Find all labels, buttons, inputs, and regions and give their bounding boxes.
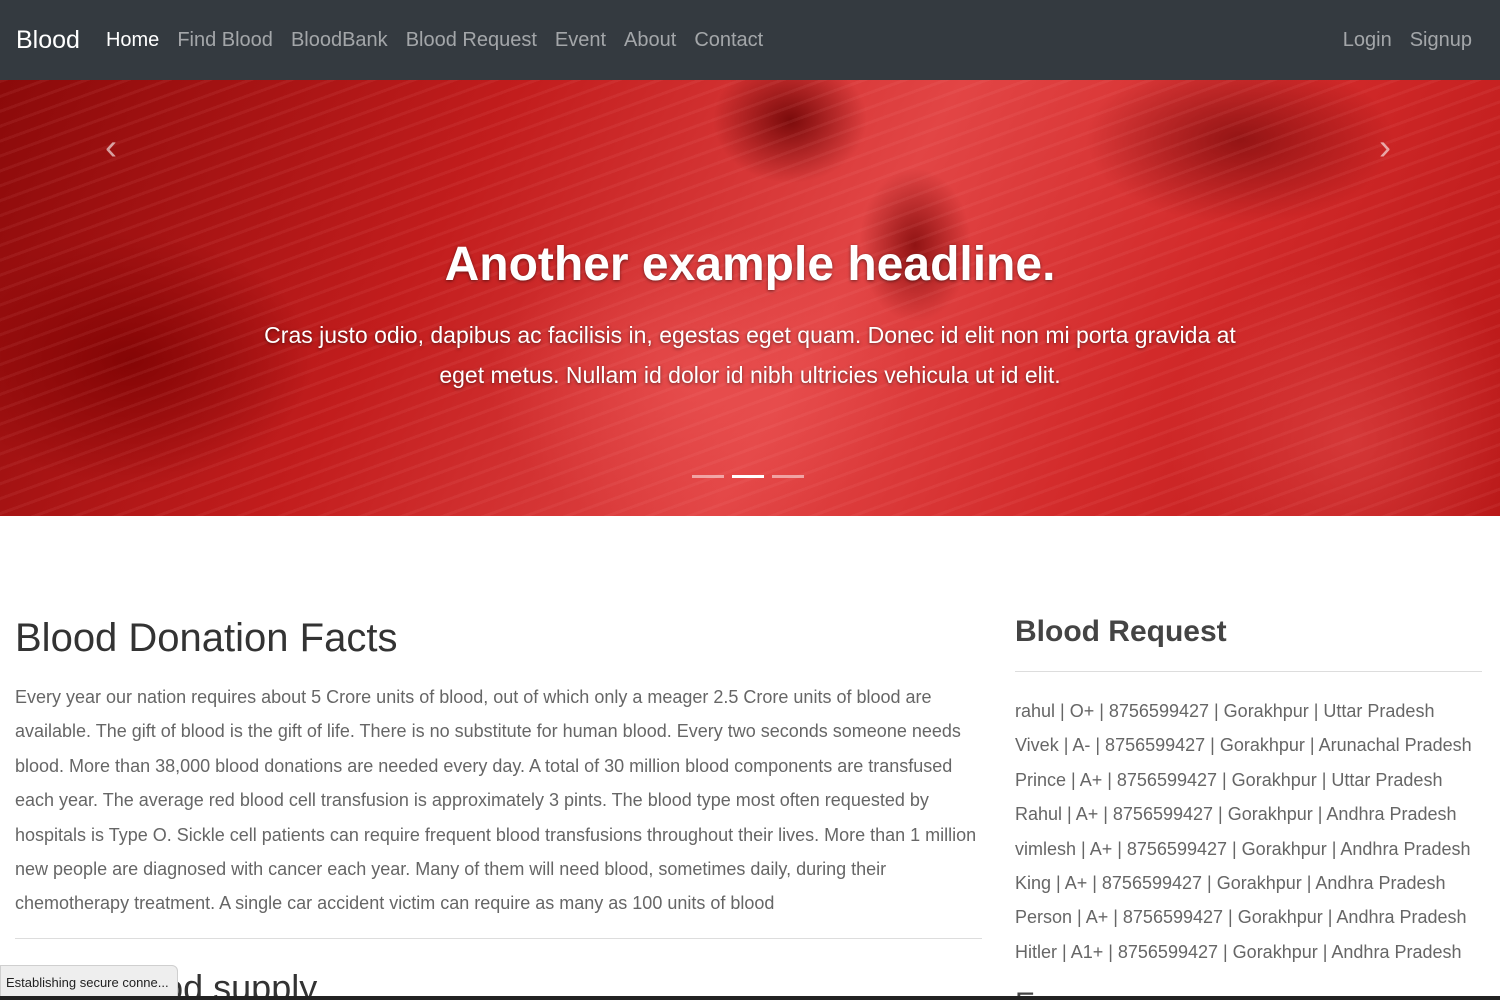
hero-carousel: ‹ › Another example headline. Cras justo… [0,80,1500,516]
blood-donation-facts: Blood Donation Facts Every year our nati… [15,612,982,921]
nav-contact[interactable]: Contact [694,29,763,52]
carousel-text: Cras justo odio, dapibus ac facilisis in… [264,322,1236,388]
top-navbar: Blood Home Find Blood BloodBank Blood Re… [0,0,1500,80]
carousel-indicator-2[interactable] [732,475,764,478]
facts-divider [15,938,982,939]
nav-home[interactable]: Home [106,29,159,52]
nav-find-blood[interactable]: Find Blood [177,29,273,52]
facts-paragraph: Every year our nation requires about 5 C… [15,687,977,914]
nav-blood-request[interactable]: Blood Request [406,29,537,52]
signup-link[interactable]: Signup [1410,29,1472,52]
carousel-headline: Another example headline. [444,238,1056,291]
auth-links: Login Signup [1325,29,1472,52]
sidebar-divider [1015,671,1482,672]
window-bottom-edge [0,996,1500,1000]
chevron-right-icon[interactable]: › [1370,129,1400,165]
carousel-indicators [692,475,812,478]
login-link[interactable]: Login [1343,29,1392,52]
blood-request-list: rahul | O+ | 8756599427 | Gorakhpur | Ut… [1015,701,1472,962]
carousel-caption: Another example headline. Cras justo odi… [200,235,1300,395]
blood-request-heading: Blood Request [1015,615,1227,648]
carousel-indicator-3[interactable] [772,475,804,478]
nav-event[interactable]: Event [555,29,606,52]
browser-status-bar: Establishing secure conne... [0,965,178,1000]
nav-bloodbank[interactable]: BloodBank [291,29,388,52]
facts-heading: Blood Donation Facts [15,616,398,660]
chevron-left-icon[interactable]: ‹ [96,129,126,165]
brand-logo[interactable]: Blood [16,26,80,55]
nav-about[interactable]: About [624,29,676,52]
carousel-indicator-1[interactable] [692,475,724,478]
blood-request-sidebar: Blood Request rahul | O+ | 8756599427 | … [1015,612,1482,969]
nav-links: Home Find Blood BloodBank Blood Request … [106,29,781,52]
